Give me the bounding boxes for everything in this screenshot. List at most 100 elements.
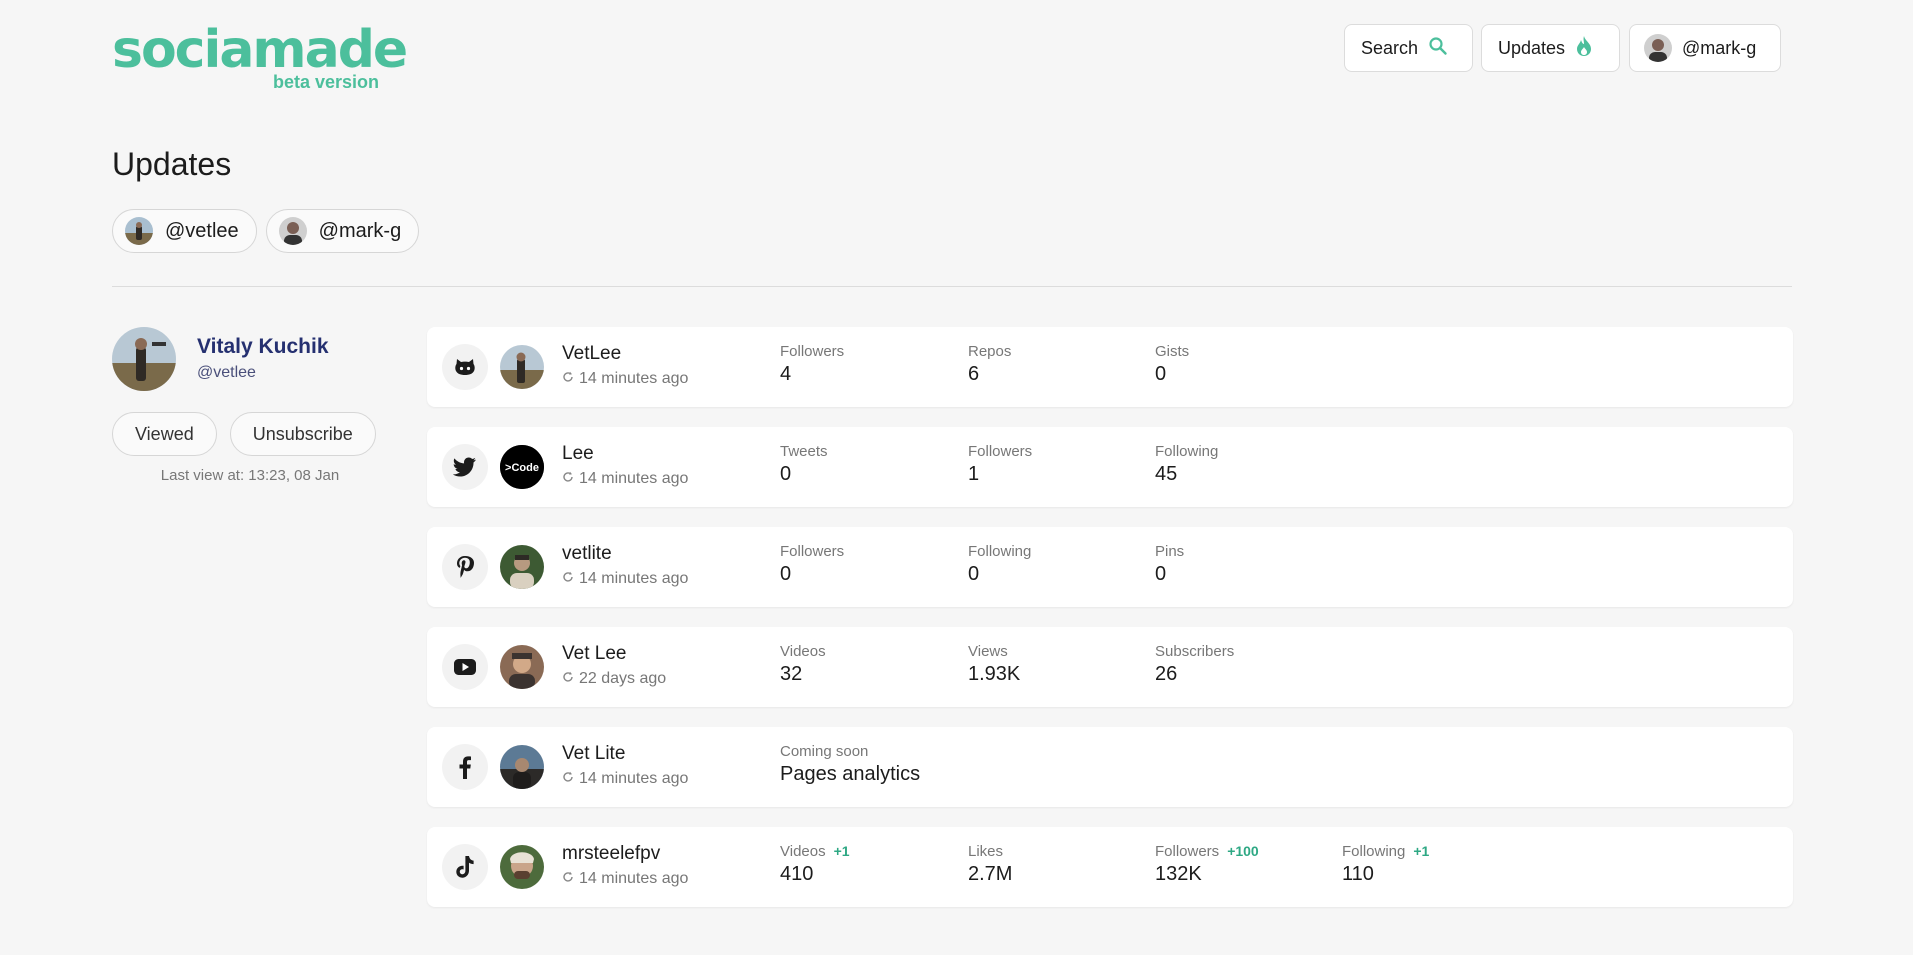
- search-icon: [1428, 36, 1448, 61]
- stat-label: Videos: [780, 842, 826, 860]
- account-name: Vet Lee: [562, 643, 627, 664]
- account-name: VetLee: [562, 343, 622, 364]
- stat-value: 410: [780, 863, 814, 885]
- account-card-facebook[interactable]: Vet Lite 14 minutes ago Coming soon Pages…: [427, 727, 1793, 807]
- stat: Following +1 110: [1342, 841, 1429, 886]
- twitter-icon[interactable]: [442, 444, 488, 490]
- subscription-chips: @vetlee @mark-g: [112, 209, 420, 253]
- account-updated: 14 minutes ago: [562, 470, 688, 488]
- updates-button[interactable]: Updates: [1481, 24, 1620, 72]
- stat-delta: +1: [833, 843, 850, 859]
- github-icon[interactable]: [442, 344, 488, 390]
- stat-label: Likes: [968, 842, 1004, 860]
- stat-label: Followers: [780, 342, 845, 360]
- chip-avatar: [125, 217, 153, 245]
- chip-label: @vetlee: [165, 219, 239, 242]
- stat: Tweets 0: [780, 441, 828, 486]
- search-button[interactable]: Search: [1344, 24, 1473, 72]
- stat-value: 2.7M: [968, 863, 1013, 885]
- account-avatar: [500, 545, 544, 589]
- viewed-button[interactable]: Viewed: [112, 412, 217, 456]
- account-card-youtube[interactable]: Vet Lee 22 days ago Videos 32 Views 1.93K …: [427, 627, 1793, 707]
- chip-vetlee[interactable]: @vetlee: [112, 209, 257, 253]
- tiktok-icon[interactable]: [442, 844, 488, 890]
- stat-label: Following: [1342, 842, 1406, 860]
- stat-value: 0: [1155, 563, 1167, 585]
- profile-handle: @vetlee: [197, 364, 256, 381]
- account-updated-text: 14 minutes ago: [579, 870, 689, 887]
- account-updated-text: 14 minutes ago: [579, 470, 689, 487]
- pinterest-icon[interactable]: [442, 544, 488, 590]
- account-card-twitter[interactable]: >Code Lee 14 minutes ago Tweets 0 Followe…: [427, 427, 1793, 507]
- account-card-pinterest[interactable]: vetlite 14 minutes ago Followers 0 Follow…: [427, 527, 1793, 607]
- account-avatar: [1644, 34, 1672, 62]
- youtube-icon[interactable]: [442, 644, 488, 690]
- page-title: Updates: [112, 146, 232, 182]
- stat-label: Followers: [780, 542, 845, 560]
- stat-delta: +100: [1227, 843, 1259, 859]
- account-handle: @mark-g: [1682, 37, 1757, 58]
- stat: Gists 0: [1155, 341, 1189, 386]
- account-updated-text: 22 days ago: [579, 670, 667, 687]
- account-avatar: [500, 645, 544, 689]
- account-updated-text: 14 minutes ago: [579, 370, 689, 387]
- account-name: Vet Lite: [562, 743, 626, 764]
- stat-label: Repos: [968, 342, 1012, 360]
- stat-value: 26: [1155, 663, 1178, 685]
- account-menu-button[interactable]: @mark-g: [1629, 24, 1781, 72]
- logo[interactable]: sociamade beta version: [112, 20, 408, 94]
- stat-value: 0: [780, 563, 792, 585]
- stat-label: Videos: [780, 642, 826, 660]
- chip-avatar: [278, 217, 307, 245]
- updates-button-label: Updates: [1498, 37, 1566, 58]
- stat-label: Followers: [968, 442, 1033, 460]
- divider: [112, 286, 1792, 287]
- svg-text:>Code: >Code: [505, 462, 539, 474]
- account-card-tiktok[interactable]: mrsteelefpv 14 minutes ago Videos +1 410 …: [427, 827, 1793, 907]
- stat-value: 1.93K: [968, 663, 1021, 685]
- stat-value: 0: [780, 463, 792, 485]
- chip-mark-g[interactable]: @mark-g: [265, 209, 420, 253]
- stat: Followers 1: [968, 441, 1032, 486]
- account-updated: 22 days ago: [562, 670, 666, 688]
- stat-value: 0: [1155, 363, 1167, 385]
- stat: Videos 32: [780, 641, 826, 686]
- stat-label-row: Following +1: [1342, 841, 1429, 861]
- stat-label: Followers: [1155, 842, 1220, 860]
- account-name: vetlite: [562, 543, 612, 564]
- stat: Followers 0: [780, 541, 844, 586]
- account-card-github[interactable]: VetLee 14 minutes ago Followers 4 Repos 6 …: [427, 327, 1793, 407]
- stat: Followers +100 132K: [1155, 841, 1259, 886]
- refresh-icon: [562, 770, 574, 788]
- stat: Following 45: [1155, 441, 1218, 486]
- profile-name[interactable]: Vitaly Kuchik: [197, 335, 329, 359]
- refresh-icon: [562, 570, 574, 588]
- stat-label: Coming soon: [780, 742, 869, 760]
- stat-value: 4: [780, 363, 792, 385]
- account-updated: 14 minutes ago: [562, 370, 688, 388]
- logo-wordmark: sociamade: [112, 20, 408, 80]
- stat: Subscribers 26: [1155, 641, 1234, 686]
- facebook-icon[interactable]: [442, 744, 488, 790]
- stat: Videos +1 410: [780, 841, 850, 886]
- account-avatar: [500, 345, 544, 389]
- profile-avatar: [112, 327, 176, 391]
- stat: Pins 0: [1155, 541, 1184, 586]
- search-button-label: Search: [1361, 37, 1419, 58]
- account-updated: 14 minutes ago: [562, 770, 688, 788]
- stat-value: 132K: [1155, 863, 1202, 885]
- stat-value: 6: [968, 363, 980, 385]
- stat-value: 0: [968, 563, 980, 585]
- stat-value: 32: [780, 663, 803, 685]
- last-view-text: Last view at: 13:23, 08 Jan: [160, 467, 340, 484]
- unsubscribe-button[interactable]: Unsubscribe: [229, 412, 376, 456]
- account-avatar: [500, 845, 544, 889]
- account-avatar: >Code: [500, 445, 544, 489]
- account-updated-text: 14 minutes ago: [579, 770, 689, 787]
- account-updated-text: 14 minutes ago: [579, 570, 689, 587]
- stat-value: 110: [1342, 863, 1374, 885]
- stat-label: Following: [1155, 442, 1219, 460]
- stat-value: 1: [968, 463, 980, 485]
- stat-value: 45: [1155, 463, 1178, 485]
- account-updated: 14 minutes ago: [562, 570, 688, 588]
